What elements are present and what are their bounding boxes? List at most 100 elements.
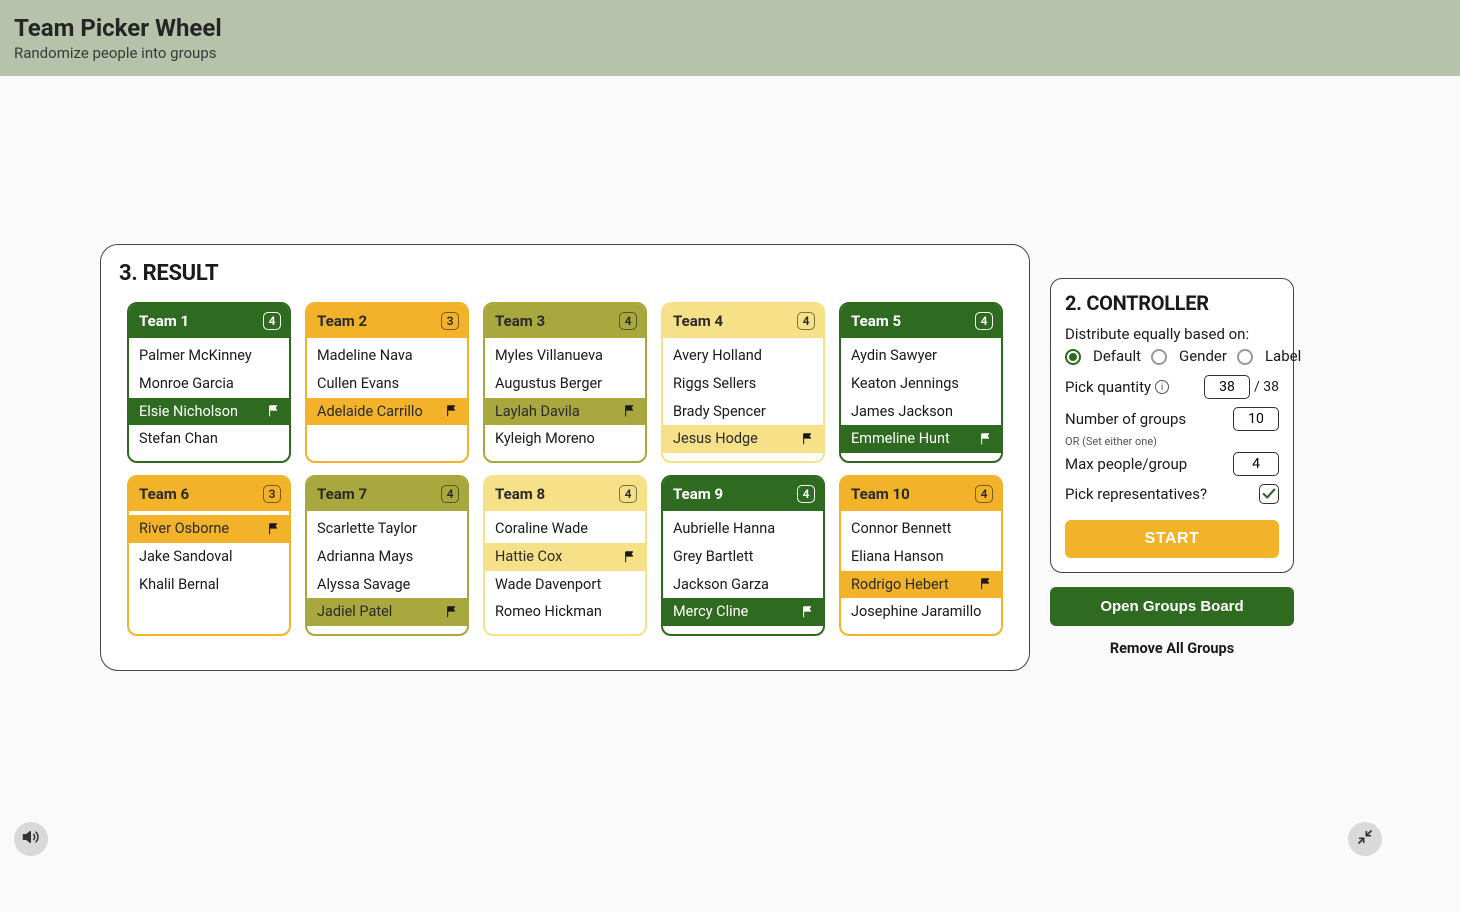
result-title: 3. RESULT [119, 261, 1003, 286]
team-card: Team 44Avery HollandRiggs SellersBrady S… [661, 302, 825, 463]
team-card: Team 104Connor BennettEliana HansonRodri… [839, 475, 1003, 636]
member-name: Josephine Jaramillo [851, 601, 981, 623]
member-name: Aubrielle Hanna [673, 518, 775, 540]
team-member: Keaton Jennings [841, 370, 1001, 398]
team-header: Team 2 3 [307, 304, 467, 338]
team-card: Team 94Aubrielle HannaGrey BartlettJacks… [661, 475, 825, 636]
team-member: Hattie Cox [485, 543, 645, 571]
flag-icon [979, 432, 993, 446]
member-name: Myles Villanueva [495, 345, 603, 367]
member-name: Palmer McKinney [139, 345, 252, 367]
member-name: River Osborne [139, 518, 229, 540]
team-member: Jadiel Patel [307, 598, 467, 626]
team-card: Team 14 Palmer McKinney Monroe Garcia Elsie… [127, 302, 291, 463]
radio-label[interactable] [1237, 349, 1253, 365]
team-member: Avery Holland [663, 342, 823, 370]
team-count-badge: 4 [797, 312, 815, 330]
team-name: Team 1 [139, 312, 189, 330]
team-count-badge: 4 [619, 485, 637, 503]
flag-icon [979, 577, 993, 591]
member-name: Mercy Cline [673, 601, 748, 623]
team-members: River Osborne Jake Sandoval Khalil Bernal [129, 511, 289, 606]
info-icon[interactable]: i [1155, 380, 1169, 394]
or-note: OR (Set either one) [1065, 435, 1279, 448]
page-header: Team Picker Wheel Randomize people into … [0, 0, 1460, 76]
open-groups-board-button[interactable]: Open Groups Board [1050, 587, 1294, 626]
num-groups-label: Number of groups [1065, 410, 1186, 428]
team-member: Alyssa Savage [307, 571, 467, 599]
minimize-button[interactable] [1348, 822, 1382, 856]
team-member: Emmeline Hunt [841, 425, 1001, 453]
member-name: Riggs Sellers [673, 373, 756, 395]
radio-gender[interactable] [1151, 349, 1167, 365]
member-name: Alyssa Savage [317, 574, 410, 596]
team-member: Khalil Bernal [129, 571, 289, 599]
member-name: Eliana Hanson [851, 546, 944, 568]
member-name: Romeo Hickman [495, 601, 602, 623]
team-members: Connor BennettEliana HansonRodrigo Heber… [841, 511, 1001, 634]
team-member: Jesus Hodge [663, 425, 823, 453]
team-name: Team 8 [495, 485, 545, 503]
start-button[interactable]: START [1065, 520, 1279, 558]
member-name: Stefan Chan [139, 428, 218, 450]
member-name: Khalil Bernal [139, 574, 219, 596]
team-header: Team 14 [129, 304, 289, 338]
team-name: Team 7 [317, 485, 367, 503]
team-member: Aubrielle Hanna [663, 515, 823, 543]
flag-icon [623, 550, 637, 564]
max-people-input[interactable] [1233, 452, 1279, 476]
controller-panel: 2. CONTROLLER Distribute equally based o… [1050, 278, 1294, 573]
team-count-badge: 4 [619, 312, 637, 330]
team-card: Team 34 Myles Villanueva Augustus Berger La… [483, 302, 647, 463]
team-members: Myles Villanueva Augustus Berger Laylah Da… [485, 338, 645, 461]
team-member: Eliana Hanson [841, 543, 1001, 571]
team-member: Adrianna Mays [307, 543, 467, 571]
team-member: Adelaide Carrillo [307, 398, 467, 426]
member-name: Jake Sandoval [139, 546, 233, 568]
team-member: Monroe Garcia [129, 370, 289, 398]
team-card: Team 84Coraline WadeHattie CoxWade Daven… [483, 475, 647, 636]
team-member: Laylah Davila [485, 398, 645, 426]
remove-all-groups-link[interactable]: Remove All Groups [1050, 640, 1294, 657]
member-name: Monroe Garcia [139, 373, 234, 395]
member-name: Kyleigh Moreno [495, 428, 595, 450]
pick-quantity-input[interactable] [1204, 375, 1250, 399]
team-member: Aydin Sawyer [841, 342, 1001, 370]
team-name: Team 2 [317, 312, 367, 330]
team-member: Wade Davenport [485, 571, 645, 599]
member-name: Adrianna Mays [317, 546, 413, 568]
member-name: Cullen Evans [317, 373, 399, 395]
radio-label-label: Label [1265, 347, 1301, 365]
sound-toggle-button[interactable] [14, 822, 48, 856]
team-members: Coraline WadeHattie CoxWade DavenportRom… [485, 511, 645, 634]
team-member: Romeo Hickman [485, 598, 645, 626]
team-member: Elsie Nicholson [129, 398, 289, 426]
pick-reps-checkbox[interactable] [1259, 484, 1279, 504]
pick-quantity-label: Pick quantity [1065, 378, 1151, 396]
team-member: Myles Villanueva [485, 342, 645, 370]
team-header: Team 34 [485, 304, 645, 338]
team-member: Cullen Evans [307, 370, 467, 398]
member-name: Wade Davenport [495, 574, 601, 596]
num-groups-input[interactable] [1233, 407, 1279, 431]
member-name: Hattie Cox [495, 546, 562, 568]
radio-default-label: Default [1093, 347, 1141, 365]
team-members: Aydin SawyerKeaton JenningsJames Jackson… [841, 338, 1001, 461]
flag-icon [267, 522, 281, 536]
flag-icon [445, 404, 459, 418]
team-header: Team 54 [841, 304, 1001, 338]
team-card: Team 63River OsborneJake SandovalKhalil … [127, 475, 291, 636]
team-members: Scarlette TaylorAdrianna MaysAlyssa Sava… [307, 511, 467, 634]
max-people-label: Max people/group [1065, 455, 1187, 473]
member-name: Augustus Berger [495, 373, 602, 395]
volume-icon [22, 828, 40, 850]
team-count-badge: 3 [441, 312, 459, 330]
teams-grid: Team 14Palmer McKinneyMonroe GarciaElsie… [127, 302, 1003, 636]
team-header: Team 8 4 [485, 477, 645, 511]
member-name: Avery Holland [673, 345, 762, 367]
result-panel: 3. RESULT Team 14Palmer McKinneyMonroe G… [100, 244, 1030, 671]
team-member: Brady Spencer [663, 398, 823, 426]
team-card: Team 23Madeline NavaCullen EvansAdelaide… [305, 302, 469, 463]
radio-default[interactable] [1065, 349, 1081, 365]
flag-icon [623, 404, 637, 418]
